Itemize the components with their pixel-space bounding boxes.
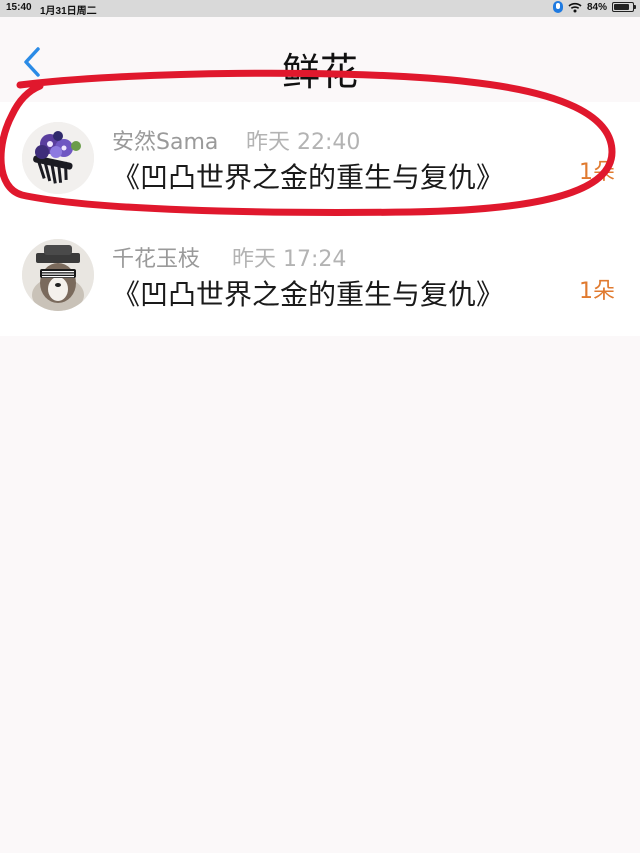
battery-icon	[612, 2, 636, 12]
flower-list: 安然Sama 昨天 22:40 《凹凸世界之金的重生与复仇》 1朵 千花玉枝 昨…	[0, 102, 640, 336]
status-time: 15:40	[6, 2, 32, 13]
user-name: 千花玉枝	[112, 247, 201, 272]
avatar	[22, 122, 94, 194]
book-title: 《凹凸世界之金的重生与复仇》	[112, 278, 505, 311]
page-title: 鲜花	[281, 50, 358, 94]
list-item[interactable]: 千花玉枝 昨天 17:24 《凹凸世界之金的重生与复仇》 1朵	[0, 219, 640, 336]
status-date: 1月31日周二	[40, 6, 97, 17]
wifi-icon	[568, 2, 582, 12]
user-name: 安然Sama	[112, 130, 219, 155]
status-bar: 15:40 1月31日周二 84%	[0, 0, 640, 17]
navigation-bar: 鲜花	[0, 17, 640, 102]
book-title: 《凹凸世界之金的重生与复仇》	[112, 161, 505, 194]
microphone-icon	[552, 1, 563, 13]
battery-percent: 84%	[586, 1, 607, 13]
avatar	[22, 239, 94, 311]
status-right: 84%	[552, 1, 636, 13]
flower-count: 1朵	[579, 279, 615, 304]
timestamp: 昨天 17:24	[232, 247, 347, 272]
list-item[interactable]: 安然Sama 昨天 22:40 《凹凸世界之金的重生与复仇》 1朵	[0, 102, 640, 219]
timestamp: 昨天 22:40	[246, 130, 361, 155]
flower-count: 1朵	[579, 160, 615, 185]
